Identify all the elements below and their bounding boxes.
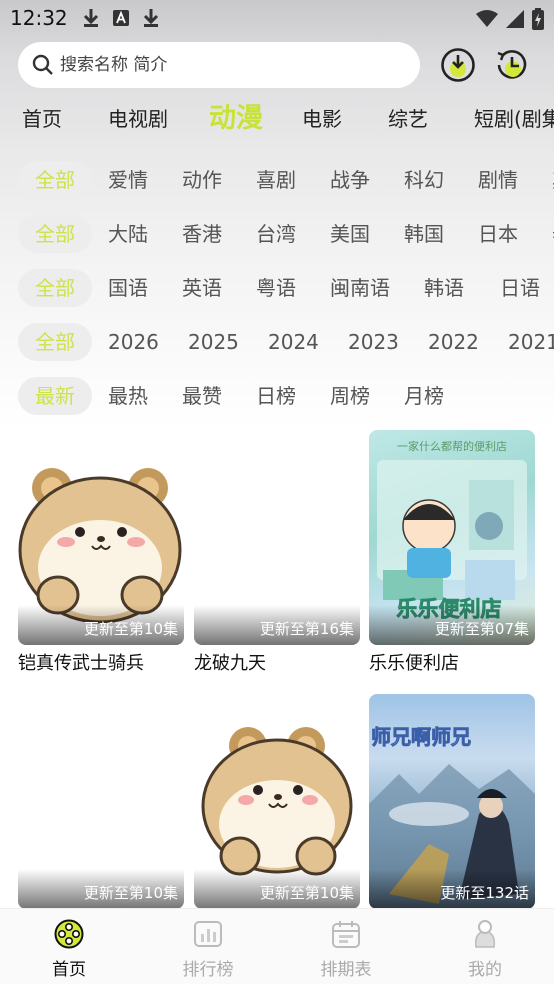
nav-label: 我的 [468, 960, 502, 980]
chip-sort-latest[interactable]: 最新 [18, 377, 92, 415]
chart-icon [194, 921, 222, 947]
chip-genre[interactable]: 喜剧 [256, 161, 296, 199]
chip-region-all[interactable]: 全部 [18, 215, 92, 253]
chip-language-all[interactable]: 全部 [18, 269, 92, 307]
update-badge: 更新至第07集 [434, 620, 529, 638]
card-title: 铠真传武士骑兵 [18, 653, 144, 674]
chip-genre[interactable]: 科幻 [404, 161, 444, 199]
nav-label: 排期表 [320, 960, 372, 980]
tab-home[interactable]: 首页 [22, 96, 62, 142]
download-manager-icon[interactable] [440, 47, 476, 83]
poster: 师兄啊师兄 更新至132话 [369, 694, 535, 909]
chip-genre[interactable]: 爱情 [108, 161, 148, 199]
poster: 更新至第10集 [194, 694, 360, 909]
poster-title-text: 师兄啊师兄 [371, 725, 471, 749]
update-badge: 更新至第10集 [83, 884, 178, 902]
nav-ranking[interactable]: 排行榜 [168, 919, 248, 980]
signal-icon [506, 10, 524, 28]
bottom-nav: 首页 排行榜 排期表 我的 [0, 908, 554, 984]
calendar-icon [332, 921, 360, 948]
filter-row-sort: 最新 最热 最赞 日榜 周榜 月榜 [0, 377, 554, 417]
history-icon[interactable] [494, 47, 530, 83]
card-title: 乐乐便利店 [369, 653, 459, 674]
chip-language[interactable]: 粤语 [256, 269, 296, 307]
chip-region[interactable]: 美国 [330, 215, 370, 253]
chip-year-all[interactable]: 全部 [18, 323, 92, 361]
nav-schedule[interactable]: 排期表 [306, 919, 386, 980]
filter-row-region: 全部 大陆 香港 台湾 美国 韩国 日本 泰国 [0, 215, 554, 255]
tab-short-drama[interactable]: 短剧(剧集) [474, 96, 554, 142]
tab-anime[interactable]: 动漫 [209, 96, 263, 142]
chip-region[interactable]: 日本 [478, 215, 518, 253]
chip-language[interactable]: 国语 [108, 269, 148, 307]
poster: 一家什么都帮的便利店 乐乐便利店 更新至第07集 [369, 430, 535, 645]
chip-sort[interactable]: 最赞 [182, 377, 222, 415]
search-input[interactable] [60, 55, 400, 75]
chip-year[interactable]: 2023 [348, 323, 399, 361]
nav-profile[interactable]: 我的 [445, 919, 525, 980]
update-badge: 更新至第10集 [259, 884, 354, 902]
update-badge: 更新至第16集 [259, 620, 354, 638]
chip-language[interactable]: 日语 [500, 269, 540, 307]
chip-year[interactable]: 2025 [188, 323, 239, 361]
chip-genre[interactable]: 战争 [330, 161, 370, 199]
chip-region[interactable]: 大陆 [108, 215, 148, 253]
status-bar: 12:32 [0, 0, 554, 38]
poster: 更新至第16集 [194, 430, 360, 645]
filter-row-language: 全部 国语 英语 粤语 闽南语 韩语 日语 [0, 269, 554, 309]
wifi-icon [476, 10, 498, 27]
poster: 更新至第10集 [18, 694, 184, 909]
chip-sort[interactable]: 月榜 [404, 377, 444, 415]
download-icon [143, 9, 159, 27]
filter-row-year: 全部 2026 2025 2024 2023 2022 2021 [0, 323, 554, 363]
nav-label: 排行榜 [182, 960, 234, 980]
download-icon [83, 9, 99, 27]
chip-language[interactable]: 闽南语 [330, 269, 390, 307]
chip-year[interactable]: 2021 [508, 323, 554, 361]
nav-label: 首页 [52, 960, 86, 980]
card-title: 龙破九天 [194, 653, 266, 674]
poster: 更新至第10集 [18, 430, 184, 645]
tab-movie[interactable]: 电影 [302, 96, 342, 142]
a-badge-icon [113, 10, 129, 26]
update-badge: 更新至第10集 [83, 620, 178, 638]
chip-language[interactable]: 英语 [182, 269, 222, 307]
nav-home[interactable]: 首页 [29, 919, 109, 980]
tab-tv-series[interactable]: 电视剧 [108, 96, 168, 142]
chip-year[interactable]: 2022 [428, 323, 479, 361]
status-time: 12:32 [10, 6, 68, 30]
update-badge: 更新至132话 [440, 884, 529, 902]
chip-genre[interactable]: 动作 [182, 161, 222, 199]
profile-icon [474, 920, 496, 948]
poster-top-text: 一家什么都帮的便利店 [397, 439, 507, 453]
chip-region[interactable]: 韩国 [404, 215, 444, 253]
search-bar[interactable] [18, 42, 420, 88]
tab-variety[interactable]: 综艺 [388, 96, 428, 142]
main-category-tabs: 首页 电视剧 动漫 电影 综艺 短剧(剧集) [0, 96, 554, 142]
chip-year[interactable]: 2026 [108, 323, 159, 361]
chip-sort[interactable]: 周榜 [330, 377, 370, 415]
chip-genre[interactable]: 剧情 [478, 161, 518, 199]
chip-language[interactable]: 韩语 [424, 269, 464, 307]
chip-sort[interactable]: 日榜 [256, 377, 296, 415]
battery-icon [532, 8, 544, 30]
search-icon [32, 54, 53, 75]
chip-sort[interactable]: 最热 [108, 377, 148, 415]
chip-region[interactable]: 台湾 [256, 215, 296, 253]
chip-year[interactable]: 2024 [268, 323, 319, 361]
film-reel-icon [54, 919, 84, 949]
chip-region[interactable]: 香港 [182, 215, 222, 253]
filter-row-genre: 全部 爱情 动作 喜剧 战争 科幻 剧情 其他 [0, 161, 554, 201]
chip-genre-all[interactable]: 全部 [18, 161, 92, 199]
